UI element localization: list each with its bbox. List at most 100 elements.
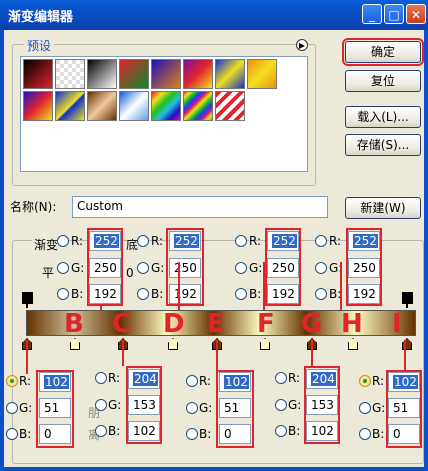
- radio-b[interactable]: [6, 428, 18, 440]
- radio-r[interactable]: [235, 235, 247, 247]
- b-input[interactable]: 0: [219, 424, 251, 444]
- reset-button[interactable]: 复位: [345, 70, 421, 92]
- annotation-line: [26, 340, 28, 374]
- r-input[interactable]: 252: [267, 231, 299, 251]
- g-label: G:: [151, 261, 165, 275]
- r-label: R:: [372, 374, 385, 388]
- r-input[interactable]: 102: [219, 372, 251, 392]
- b-input[interactable]: 192: [169, 284, 201, 304]
- g-input[interactable]: 153: [306, 395, 338, 415]
- radio-r[interactable]: [95, 372, 107, 384]
- r-input[interactable]: 252: [169, 231, 201, 251]
- radio-b[interactable]: [186, 428, 198, 440]
- b-label: B:: [71, 287, 84, 301]
- g-input[interactable]: 51: [388, 398, 420, 418]
- preset-swatch[interactable]: [87, 59, 117, 89]
- load-button[interactable]: 载入(L)...: [345, 106, 421, 128]
- close-button[interactable]: ✕: [406, 4, 426, 24]
- b-input[interactable]: 0: [39, 424, 71, 444]
- preset-swatch[interactable]: [247, 59, 277, 89]
- preset-swatch[interactable]: [23, 91, 53, 121]
- r-input[interactable]: 204: [306, 369, 338, 389]
- radio-g[interactable]: [315, 262, 327, 274]
- radio-b[interactable]: [235, 288, 247, 300]
- r-input[interactable]: 252: [89, 231, 121, 251]
- r-label: R:: [71, 234, 84, 248]
- minimize-button[interactable]: _: [362, 4, 382, 24]
- annotation-line: [263, 262, 265, 312]
- presets-menu-icon[interactable]: ▶: [296, 39, 308, 51]
- opacity-stop-right[interactable]: [402, 292, 413, 308]
- g-input[interactable]: 250: [89, 258, 121, 278]
- g-input[interactable]: 250: [267, 258, 299, 278]
- radio-b[interactable]: [359, 428, 371, 440]
- maximize-button[interactable]: □: [384, 4, 404, 24]
- radio-g[interactable]: [235, 262, 247, 274]
- b-input[interactable]: 192: [89, 284, 121, 304]
- b-input[interactable]: 102: [128, 421, 160, 441]
- preset-swatch[interactable]: [151, 91, 181, 121]
- smoothness-label: 平: [42, 266, 55, 280]
- preset-swatch[interactable]: [151, 59, 181, 89]
- stop-letter-c: C: [112, 309, 132, 339]
- g-input[interactable]: 51: [219, 398, 251, 418]
- new-button[interactable]: 新建(W): [345, 197, 421, 219]
- radio-r[interactable]: [137, 235, 149, 247]
- r-input[interactable]: 102: [39, 372, 71, 392]
- radio-g[interactable]: [186, 402, 198, 414]
- name-input[interactable]: Custom: [72, 196, 328, 218]
- radio-g[interactable]: [137, 262, 149, 274]
- preset-swatch[interactable]: [215, 91, 245, 121]
- preset-swatch[interactable]: [183, 59, 213, 89]
- b-label: B:: [372, 427, 385, 441]
- radio-b[interactable]: [315, 288, 327, 300]
- radio-r[interactable]: [315, 235, 327, 247]
- g-input[interactable]: 51: [39, 398, 71, 418]
- radio-b[interactable]: [95, 425, 107, 437]
- radio-r[interactable]: [6, 375, 18, 387]
- radio-b[interactable]: [137, 288, 149, 300]
- r-label: R:: [19, 374, 32, 388]
- radio-r[interactable]: [186, 375, 198, 387]
- radio-r[interactable]: [275, 372, 287, 384]
- presets-list[interactable]: [20, 56, 308, 172]
- preset-swatch[interactable]: [87, 91, 117, 121]
- ok-button[interactable]: 确定: [342, 38, 424, 66]
- presets-label: 预设: [24, 37, 55, 54]
- annotation-line: [216, 340, 218, 370]
- b-label: B:: [19, 427, 32, 441]
- b-input[interactable]: 192: [267, 284, 299, 304]
- r-input[interactable]: 102: [388, 372, 420, 392]
- preset-swatch[interactable]: [215, 59, 245, 89]
- r-label: R:: [151, 234, 164, 248]
- radio-b[interactable]: [57, 288, 69, 300]
- radio-r[interactable]: [57, 235, 69, 247]
- radio-b[interactable]: [275, 425, 287, 437]
- window-title: 渐变编辑器: [8, 10, 74, 25]
- radio-g[interactable]: [57, 262, 69, 274]
- radio-g[interactable]: [6, 402, 18, 414]
- radio-g[interactable]: [275, 399, 287, 411]
- b-input[interactable]: 192: [348, 284, 380, 304]
- radio-g[interactable]: [95, 399, 107, 411]
- preset-swatch[interactable]: [119, 91, 149, 121]
- preset-swatch[interactable]: [55, 59, 85, 89]
- b-input[interactable]: 102: [306, 421, 338, 441]
- preset-swatch[interactable]: [183, 91, 213, 121]
- g-input[interactable]: 250: [348, 258, 380, 278]
- g-input[interactable]: 250: [169, 258, 201, 278]
- r-input[interactable]: 204: [128, 369, 160, 389]
- preset-swatch[interactable]: [55, 91, 85, 121]
- radio-g[interactable]: [359, 402, 371, 414]
- g-input[interactable]: 153: [128, 395, 160, 415]
- opacity-stop-left[interactable]: [22, 292, 33, 308]
- g-label: G:: [249, 261, 263, 275]
- r-input[interactable]: 252: [348, 231, 380, 251]
- preset-swatch[interactable]: [23, 59, 53, 89]
- save-button[interactable]: 存储(S)...: [345, 134, 421, 156]
- preset-swatch[interactable]: [119, 59, 149, 89]
- radio-r[interactable]: [359, 375, 371, 387]
- partial-label-fraction: 0: [126, 266, 134, 280]
- stop-letter-e: E: [207, 309, 225, 339]
- b-input[interactable]: 0: [388, 424, 420, 444]
